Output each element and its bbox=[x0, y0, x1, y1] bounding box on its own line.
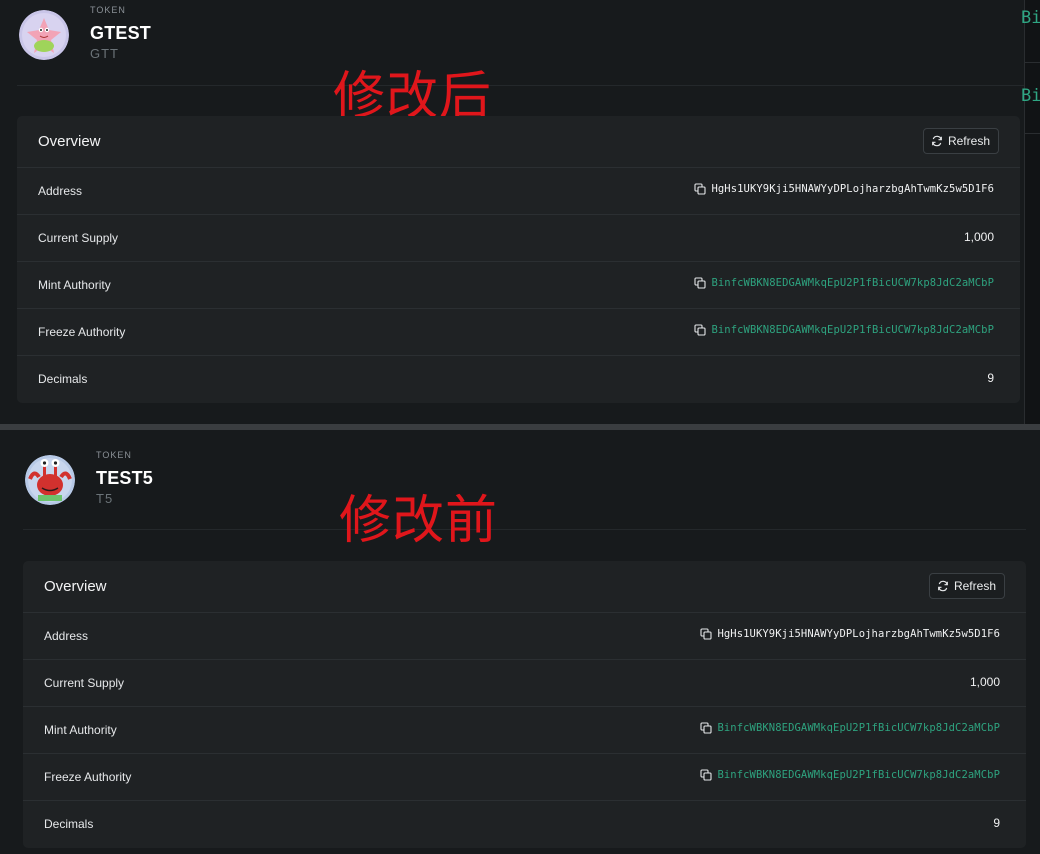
row-value: 9 bbox=[987, 371, 994, 385]
overview-row-decimals: Decimals 9 bbox=[17, 356, 1020, 403]
address-link[interactable]: BinfcWBKN8EDGAWMkqEpU2P1fBicUCW7kp8JdC2a… bbox=[711, 324, 994, 336]
row-label: Address bbox=[44, 629, 89, 643]
address-link[interactable]: BinfcWBKN8EDGAWMkqEpU2P1fBicUCW7kp8JdC2a… bbox=[717, 722, 1000, 734]
overview-title: Overview bbox=[44, 578, 107, 595]
annotation-label: 修改前 bbox=[339, 491, 499, 551]
token-kicker: TOKEN bbox=[90, 5, 126, 15]
address-link[interactable]: BinfcWBKN8EDGAWMkqEpU2P1fBicUCW7kp8JdC2a… bbox=[711, 277, 994, 289]
header-divider bbox=[17, 85, 1024, 86]
edge-divider bbox=[1025, 62, 1040, 63]
refresh-button[interactable]: Refresh bbox=[928, 573, 1005, 599]
value-text: 9 bbox=[987, 371, 994, 385]
overview-row-freeze-authority: Freeze Authority BinfcWBKN8EDGAWMkqEpU2P1… bbox=[23, 754, 1026, 801]
refresh-button[interactable]: Refresh bbox=[922, 128, 999, 154]
overview-row-current-supply: Current Supply 1,000 bbox=[17, 215, 1020, 262]
copy-icon[interactable] bbox=[700, 628, 712, 640]
header-divider bbox=[23, 529, 1026, 530]
token-name: TEST5 bbox=[96, 468, 154, 488]
mr-krabs-avatar bbox=[25, 455, 75, 505]
edge-text-fragment: Bi bbox=[1021, 86, 1040, 106]
overview-row-mint-authority: Mint Authority BinfcWBKN8EDGAWMkqEpU2P1fB… bbox=[23, 707, 1026, 754]
row-value: BinfcWBKN8EDGAWMkqEpU2P1fBicUCW7kp8JdC2a… bbox=[694, 277, 994, 289]
row-label: Freeze Authority bbox=[44, 770, 132, 784]
token-header: TOKEN TEST5 T5 bbox=[0, 430, 1040, 506]
background-window-edge: Bi Bi bbox=[1021, 0, 1040, 424]
overview-row-decimals: Decimals 9 bbox=[23, 801, 1026, 848]
edge-text-fragment: Bi bbox=[1021, 8, 1040, 28]
row-label: Mint Authority bbox=[38, 278, 111, 292]
patrick-star-avatar bbox=[19, 10, 69, 60]
copy-icon[interactable] bbox=[700, 722, 712, 734]
row-value: HgHs1UKY9Kji5HNAWYyDPLojharzbgAhTwmKz5w5… bbox=[694, 183, 994, 195]
copy-icon[interactable] bbox=[700, 769, 712, 781]
token-header: TOKEN GTEST GTT bbox=[0, 0, 1024, 70]
token-symbol: T5 bbox=[96, 491, 114, 506]
refresh-icon bbox=[938, 580, 948, 592]
token-name: GTEST bbox=[90, 23, 152, 43]
token-kicker: TOKEN bbox=[96, 450, 132, 460]
row-value: 1,000 bbox=[970, 675, 1000, 689]
row-value: HgHs1UKY9Kji5HNAWYyDPLojharzbgAhTwmKz5w5… bbox=[700, 628, 1000, 640]
row-value: BinfcWBKN8EDGAWMkqEpU2P1fBicUCW7kp8JdC2a… bbox=[700, 722, 1000, 734]
value-text: 9 bbox=[993, 816, 1000, 830]
overview-rows: Address HgHs1UKY9Kji5HNAWYyDPLojharzbgAhT… bbox=[23, 613, 1026, 848]
token-page-before: TOKEN TEST5 T5 修改前 Overview Refresh Addr… bbox=[0, 430, 1040, 854]
overview-card: Overview Refresh Address HgHs1UKY9Kji5HNA… bbox=[17, 116, 1020, 403]
overview-row-mint-authority: Mint Authority BinfcWBKN8EDGAWMkqEpU2P1fB… bbox=[17, 262, 1020, 309]
row-label: Address bbox=[38, 184, 83, 198]
overview-row-freeze-authority: Freeze Authority BinfcWBKN8EDGAWMkqEpU2P1… bbox=[17, 309, 1020, 356]
overview-card: Overview Refresh Address HgHs1UKY9Kji5HNA… bbox=[23, 561, 1026, 848]
overview-row-address: Address HgHs1UKY9Kji5HNAWYyDPLojharzbgAhT… bbox=[17, 168, 1020, 215]
overview-header: Overview Refresh bbox=[17, 116, 1020, 168]
copy-icon[interactable] bbox=[694, 183, 706, 195]
row-label: Freeze Authority bbox=[38, 325, 126, 339]
row-value: 9 bbox=[993, 816, 1000, 830]
token-page-after: TOKEN GTEST GTT 修改后 Overview Refresh Add… bbox=[0, 0, 1040, 424]
row-value: 1,000 bbox=[964, 230, 994, 244]
copy-icon[interactable] bbox=[694, 277, 706, 289]
row-label: Current Supply bbox=[44, 676, 125, 690]
row-label: Decimals bbox=[44, 817, 94, 831]
token-symbol: GTT bbox=[90, 46, 119, 61]
overview-row-current-supply: Current Supply 1,000 bbox=[23, 660, 1026, 707]
row-value: BinfcWBKN8EDGAWMkqEpU2P1fBicUCW7kp8JdC2a… bbox=[700, 769, 1000, 781]
address-text: HgHs1UKY9Kji5HNAWYyDPLojharzbgAhTwmKz5w5… bbox=[711, 183, 994, 195]
value-text: 1,000 bbox=[963, 230, 994, 244]
edge-divider bbox=[1025, 133, 1040, 134]
address-text: HgHs1UKY9Kji5HNAWYyDPLojharzbgAhTwmKz5w5… bbox=[717, 628, 1000, 640]
row-value: BinfcWBKN8EDGAWMkqEpU2P1fBicUCW7kp8JdC2a… bbox=[694, 324, 994, 336]
row-label: Mint Authority bbox=[44, 723, 117, 737]
refresh-label: Refresh bbox=[953, 579, 996, 593]
row-label: Decimals bbox=[38, 372, 88, 386]
address-link[interactable]: BinfcWBKN8EDGAWMkqEpU2P1fBicUCW7kp8JdC2a… bbox=[717, 769, 1000, 781]
overview-row-address: Address HgHs1UKY9Kji5HNAWYyDPLojharzbgAhT… bbox=[23, 613, 1026, 660]
overview-rows: Address HgHs1UKY9Kji5HNAWYyDPLojharzbgAhT… bbox=[17, 168, 1020, 403]
value-text: 1,000 bbox=[969, 675, 1000, 689]
row-label: Current Supply bbox=[38, 231, 119, 245]
refresh-icon bbox=[932, 135, 942, 147]
overview-title: Overview bbox=[38, 133, 101, 150]
refresh-label: Refresh bbox=[947, 134, 990, 148]
copy-icon[interactable] bbox=[694, 324, 706, 336]
overview-header: Overview Refresh bbox=[23, 561, 1026, 613]
